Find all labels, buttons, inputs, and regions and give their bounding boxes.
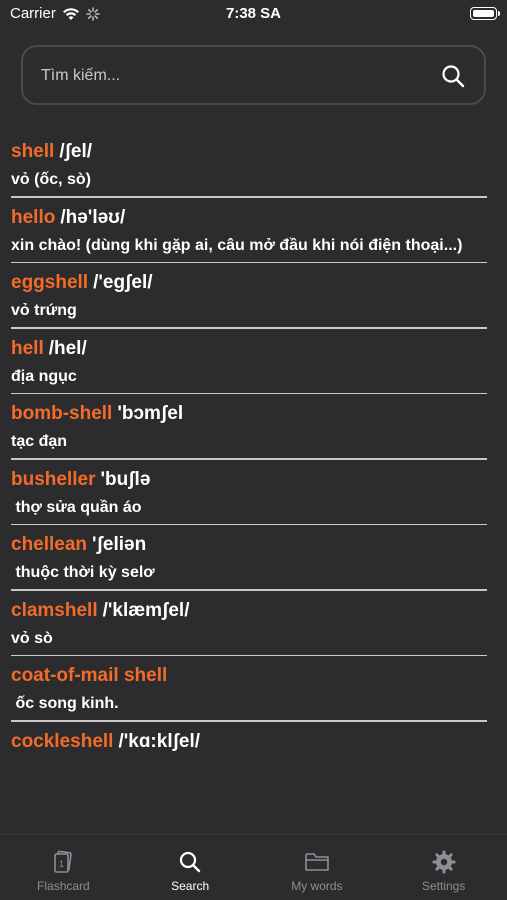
entry-phonetic: 'bɔmʃel: [117, 403, 184, 424]
search-icon: [180, 851, 201, 873]
entry-word: coat-of-mail shell: [11, 665, 168, 686]
word-heading: bomb-shell'bɔmʃel: [11, 402, 497, 426]
tab-search[interactable]: Search: [127, 835, 254, 900]
tab-label: Settings: [421, 879, 466, 893]
word-heading: coat-of-mail shell: [11, 664, 497, 688]
entry-phonetic: 'buʃlə: [100, 468, 151, 490]
entry-phonetic: /hel/: [48, 337, 87, 359]
entry-word: hello: [11, 206, 56, 228]
word-heading: chellean'ʃeliən: [11, 533, 497, 557]
entry-word: cockleshell: [11, 730, 114, 752]
entry-meaning: xin chào! (dùng khi gặp ai, câu mở đầu k…: [11, 236, 463, 254]
entry-word: hell: [11, 337, 44, 359]
word-entry[interactable]: bomb-shell'bɔmʃel tạc đạn: [0, 394, 507, 460]
entry-phonetic: 'ʃeliən: [92, 534, 147, 555]
word-entry[interactable]: hello/hə'ləʊ/ xin chào! (dùng khi gặp ai…: [0, 198, 507, 263]
search-box[interactable]: [21, 45, 486, 105]
word-heading: busheller'buʃlə: [11, 468, 497, 492]
entry-word: bomb-shell: [11, 403, 113, 424]
word-entry[interactable]: busheller'buʃlə thợ sửa quần áo: [0, 460, 507, 525]
status-time: 7:38 SA: [225, 5, 282, 22]
tab-flashcard[interactable]: 1 Flashcard: [0, 835, 127, 900]
entry-word: shell: [11, 141, 55, 162]
entry-meaning: vỏ sò: [11, 629, 53, 647]
folder-icon: [305, 853, 329, 871]
status-bar: Carrier 7:38 SA: [0, 0, 507, 28]
entry-word: clamshell: [11, 599, 98, 621]
word-entry[interactable]: shell/ʃel/ vỏ (ốc, sò): [0, 132, 507, 198]
gear-icon: [432, 850, 456, 874]
search-input[interactable]: [41, 61, 421, 91]
word-heading: eggshell/'egʃel/: [11, 271, 497, 295]
word-heading: hello/hə'ləʊ/: [11, 206, 497, 230]
entry-meaning: thuộc thời kỳ selơ: [11, 564, 155, 581]
tab-settings[interactable]: Settings: [380, 835, 507, 900]
tab-label: Search: [171, 879, 210, 893]
word-heading: hell/hel/: [11, 337, 497, 361]
flashcard-icon: 1: [54, 850, 73, 873]
battery-icon: [470, 7, 500, 20]
entry-meaning: vỏ (ốc, sò): [11, 171, 92, 188]
entry-phonetic: /ʃel/: [59, 141, 93, 162]
entry-word: eggshell: [11, 272, 89, 293]
word-entry[interactable]: eggshell/'egʃel/ vỏ trứng: [0, 263, 507, 329]
entry-phonetic: /'kɑ:klʃel/: [118, 730, 201, 752]
screen: Carrier 7:38 SA Tìm kiếm... shell /ʃel/ …: [0, 0, 507, 900]
entry-phonetic: /hə'ləʊ/: [60, 206, 126, 228]
entry-phonetic: /'klæmʃel/: [102, 599, 190, 621]
entry-meaning: ốc song kinh.: [11, 695, 119, 712]
search-icon[interactable]: [440, 63, 466, 89]
entry-word: chellean: [11, 534, 88, 555]
word-heading: shell/ʃel/: [11, 140, 497, 164]
tab-my-words[interactable]: My words: [254, 835, 381, 900]
entry-meaning: thợ sửa quần áo: [11, 498, 142, 516]
word-entry[interactable]: coat-of-mail shell ốc song kinh.: [0, 656, 507, 722]
entry-meaning: vỏ trứng: [11, 302, 77, 319]
tab-bar: 1 Flashcard Search My words Settings: [0, 834, 507, 900]
word-list: shell/ʃel/ vỏ (ốc, sò) hello/hə'ləʊ/ xin…: [0, 132, 507, 754]
word-entry[interactable]: clamshell/'klæmʃel/ vỏ sò: [0, 591, 507, 656]
tab-label: My words: [291, 879, 343, 893]
entry-meaning: địa ngục: [11, 367, 77, 385]
entry-word: busheller: [11, 468, 96, 490]
word-heading: clamshell/'klæmʃel/: [11, 599, 497, 623]
word-entry[interactable]: hell/hel/ địa ngục: [0, 329, 507, 394]
word-entry[interactable]: chellean'ʃeliən thuộc thời kỳ selơ: [0, 525, 507, 591]
tab-label: Flashcard: [37, 879, 90, 893]
svg-text:1: 1: [59, 859, 64, 869]
entry-phonetic: /'egʃel/: [93, 272, 153, 293]
entry-meaning: tạc đạn: [11, 433, 68, 450]
word-entry[interactable]: cockleshell/'kɑ:klʃel/: [0, 722, 507, 754]
word-heading: cockleshell/'kɑ:klʃel/: [11, 730, 497, 754]
